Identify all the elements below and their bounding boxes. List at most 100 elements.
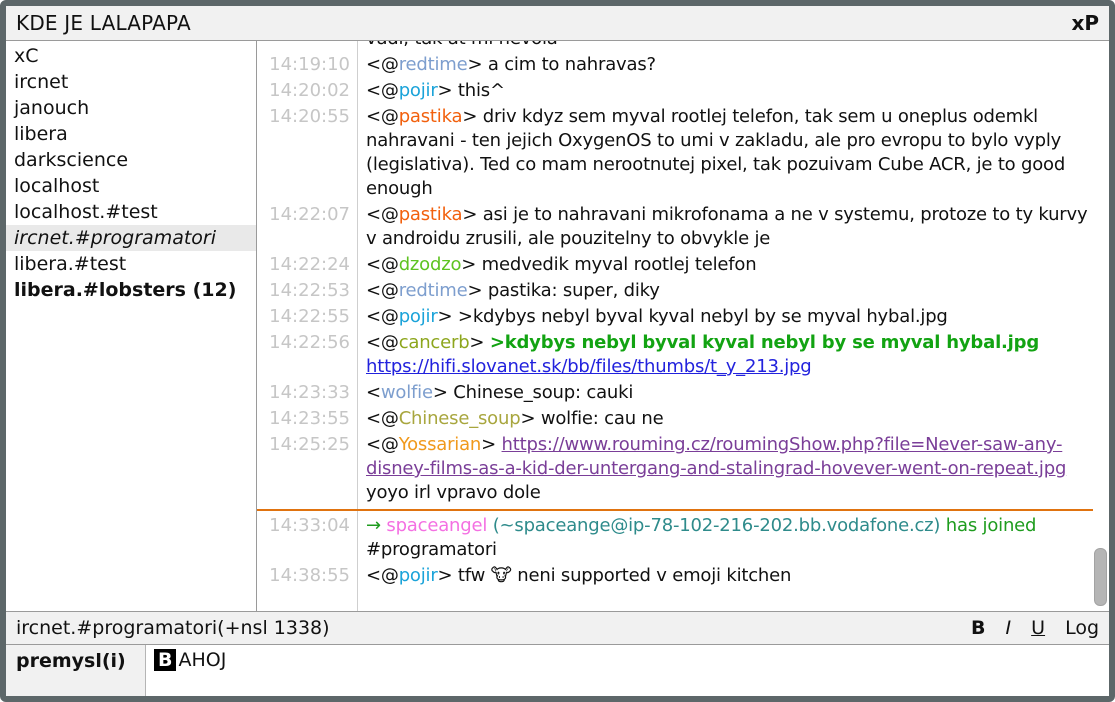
unread-separator <box>257 509 1093 511</box>
message-segment: > pastika: super, diky <box>467 280 659 301</box>
sidebar-item[interactable]: ircnet <box>6 69 256 95</box>
message-segment-cancerb: cancerb <box>399 332 470 353</box>
message-segment: > a cim to nahravas? <box>467 54 655 75</box>
message-text: <@Chinese_soup> wolfie: cau ne <box>366 407 1093 431</box>
message-segment-join: → <box>366 515 386 536</box>
chat-message: 14:33:04 → spaceangel (~spaceange@ip-78-… <box>257 514 1093 562</box>
sidebar-item[interactable]: ircnet.#programatori <box>6 225 256 251</box>
message-segment-chinese_soup: Chinese_soup <box>399 408 521 429</box>
chat-message: 14:20:02 <@pojir> this^ <box>257 79 1093 103</box>
message-segment: yoyo irl vpravo dole <box>366 482 541 503</box>
message-text: vadi, tak at mi nevola <box>366 41 1093 51</box>
message-text: <wolfie> Chinese_soup: cauki <box>366 381 1093 405</box>
message-segment: > wolfie: cau ne <box>520 408 663 429</box>
message-segment-wolfie: wolfie <box>381 382 433 403</box>
chat-message: 14:23:55 <@Chinese_soup> wolfie: cau ne <box>257 407 1093 431</box>
chat-message: 14:25:25<@Yossarian> https://www.rouming… <box>257 433 1093 505</box>
message-segment: <@ <box>366 434 399 455</box>
message-text: → spaceangel (~spaceange@ip-78-102-216-2… <box>366 514 1093 562</box>
message-segment: #programatori <box>366 539 497 560</box>
message-segment: > this^ <box>438 80 505 101</box>
irc-client-window: KDE JE LALAPAPA xP xCircnetjanouchlibera… <box>0 0 1115 702</box>
input-text: AHOJ <box>178 649 226 671</box>
message-segment: <@ <box>366 80 399 101</box>
message-timestamp: 14:20:02 <box>257 79 357 103</box>
message-timestamp: 14:22:56 <box>257 331 357 379</box>
title-bar: KDE JE LALAPAPA xP <box>6 6 1109 41</box>
message-segment: <@ <box>366 204 399 225</box>
message-text: <@cancerb> >kdybys nebyl byval kyval neb… <box>366 331 1093 379</box>
chat-message: 14:20:55<@pastika> driv kdyz sem myval r… <box>257 105 1093 201</box>
status-bar: ircnet.#programatori(+nsl 1338) B I U Lo… <box>6 611 1109 644</box>
message-text: <@redtime> a cim to nahravas? <box>366 53 1093 77</box>
message-segment: <@ <box>366 565 399 586</box>
sidebar-item[interactable]: darkscience <box>6 147 256 173</box>
message-segment: > >kdybys nebyl byval kyval nebyl by se … <box>438 306 948 327</box>
message-segment-join: has joined <box>946 515 1036 536</box>
window-controls-button[interactable]: xP <box>1071 11 1099 35</box>
message-timestamp: 14:22:24 <box>257 253 357 277</box>
message-timestamp: 14:19:10 <box>257 53 357 77</box>
message-timestamp: 14:22:55 <box>257 305 357 329</box>
chat-message: 14:22:55 <@pojir> >kdybys nebyl byval kyv… <box>257 305 1093 329</box>
message-segment-host: (~spaceange@ip-78-102-216-202.bb.vodafon… <box>493 515 941 536</box>
message-timestamp: 14:23:33 <box>257 381 357 405</box>
message-text: <@pojir> tfw 🐮 neni supported v emoji ki… <box>366 564 1093 588</box>
message-segment-green: >kdybys nebyl byval kyval nebyl by se my… <box>490 332 1039 353</box>
sidebar-item[interactable]: libera <box>6 121 256 147</box>
message-segment-yossarian: Yossarian <box>399 434 481 455</box>
message-segment-spaceangel: spaceangel <box>386 515 487 536</box>
sidebar-item[interactable]: janouch <box>6 95 256 121</box>
sidebar-item[interactable]: xC <box>6 43 256 69</box>
underline-button[interactable]: U <box>1031 617 1045 639</box>
message-segment-pojir: pojir <box>399 80 438 101</box>
message-timestamp: 14:23:55 <box>257 407 357 431</box>
message-input[interactable]: B AHOJ <box>146 645 1109 696</box>
channel-sidebar: xCircnetjanouchliberadarksciencelocalhos… <box>6 41 257 611</box>
message-timestamp: 14:33:04 <box>257 514 357 562</box>
bold-button[interactable]: B <box>971 617 985 639</box>
window-title: KDE JE LALAPAPA <box>16 11 191 35</box>
message-timestamp <box>257 41 357 51</box>
message-segment-pojir: pojir <box>399 565 438 586</box>
message-timestamp: 14:38:55 <box>257 564 357 588</box>
chat-message: 14:19:10 <@redtime> a cim to nahravas? <box>257 53 1093 77</box>
sidebar-item[interactable]: localhost <box>6 173 256 199</box>
italic-button[interactable]: I <box>1006 617 1012 639</box>
chat-message: vadi, tak at mi nevola <box>257 41 1093 51</box>
input-row: premysl(i) B AHOJ <box>6 644 1109 696</box>
log-button[interactable]: Log <box>1065 617 1099 639</box>
main-area: xCircnetjanouchliberadarksciencelocalhos… <box>6 41 1109 611</box>
message-timestamp: 14:22:53 <box>257 279 357 303</box>
chat-message: 14:22:56<@cancerb> >kdybys nebyl byval k… <box>257 331 1093 379</box>
message-segment: <@ <box>366 254 399 275</box>
sidebar-item[interactable]: libera.#lobsters (12) <box>6 277 256 303</box>
chat-pane: vadi, tak at mi nevola14:19:10<@redtime>… <box>257 41 1109 611</box>
message-list: vadi, tak at mi nevola14:19:10<@redtime>… <box>257 41 1093 590</box>
message-link[interactable]: https://hifi.slovanet.sk/bb/files/thumbs… <box>366 356 811 377</box>
message-text: <@Yossarian> https://www.rouming.cz/roum… <box>366 433 1093 505</box>
message-segment: <@ <box>366 306 399 327</box>
message-timestamp: 14:25:25 <box>257 433 357 505</box>
sidebar-item[interactable]: localhost.#test <box>6 199 256 225</box>
message-text: <@pastika> asi je to nahravani mikrofona… <box>366 203 1093 251</box>
message-text: <@pastika> driv kdyz sem myval rootlej t… <box>366 105 1093 201</box>
message-text: <@pojir> >kdybys nebyl byval kyval nebyl… <box>366 305 1093 329</box>
scrollbar-thumb[interactable] <box>1094 548 1107 606</box>
message-segment: > medvedik myval rootlej telefon <box>461 254 756 275</box>
message-segment-pastika: pastika <box>399 204 463 225</box>
chat-message: 14:22:24 <@dzodzo> medvedik myval rootlej… <box>257 253 1093 277</box>
message-segment: > <box>481 434 501 455</box>
message-text: <@dzodzo> medvedik myval rootlej telefon <box>366 253 1093 277</box>
chat-message: 14:23:33 <wolfie> Chinese_soup: cauki <box>257 381 1093 405</box>
message-segment-redtime: redtime <box>399 280 468 301</box>
message-segment: > tfw 🐮 neni supported v emoji kitchen <box>438 565 792 586</box>
message-segment: vadi, tak at mi nevola <box>366 41 558 49</box>
message-segment-pojir: pojir <box>399 306 438 327</box>
sidebar-item[interactable]: libera.#test <box>6 251 256 277</box>
message-segment-dzodzo: dzodzo <box>399 254 462 275</box>
message-segment: <@ <box>366 408 399 429</box>
message-segment: > Chinese_soup: cauki <box>433 382 633 403</box>
chat-message: 14:38:55 <@pojir> tfw 🐮 neni supported v … <box>257 564 1093 588</box>
message-segment: <@ <box>366 332 399 353</box>
